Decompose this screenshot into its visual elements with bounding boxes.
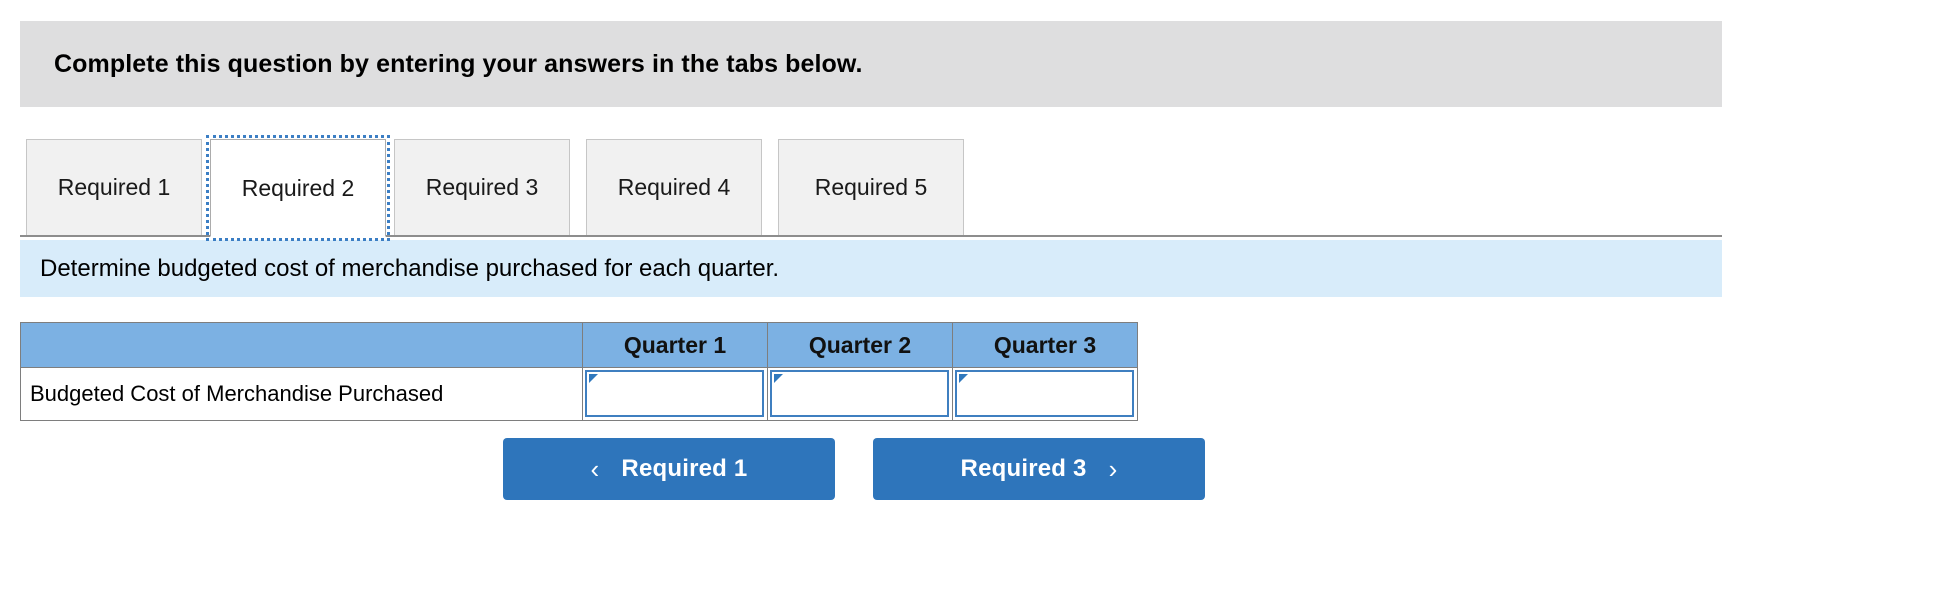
row-label-budgeted-cost: Budgeted Cost of Merchandise Purchased <box>20 367 583 421</box>
answer-input-quarter-3[interactable] <box>958 372 1131 414</box>
answer-cell-quarter-2[interactable] <box>767 367 953 421</box>
cell-marker-triangle-icon <box>774 374 783 392</box>
tab-required-4[interactable]: Required 4 <box>586 139 762 235</box>
tab-label: Required 2 <box>241 174 355 201</box>
answer-input-quarter-2[interactable] <box>773 372 946 414</box>
tab-label: Required 1 <box>57 174 171 200</box>
question-banner: Complete this question by entering your … <box>20 21 1722 107</box>
answer-cell-quarter-1[interactable] <box>582 367 768 421</box>
next-required-label: Required 3 <box>960 455 1087 482</box>
tab-label: Required 4 <box>617 174 731 200</box>
column-header-quarter-1: Quarter 1 <box>582 322 768 368</box>
navigation-buttons: ‹ Required 1 Required 3 › <box>0 438 1950 500</box>
previous-required-button[interactable]: ‹ Required 1 <box>503 438 835 500</box>
table-row: Budgeted Cost of Merchandise Purchased <box>20 367 1138 421</box>
tab-label: Required 5 <box>814 174 928 200</box>
requirement-tabs: Required 1 Required 2 Required 3 Require… <box>0 132 1722 241</box>
answer-input-quarter-1[interactable] <box>588 372 761 414</box>
column-header-blank <box>20 322 583 368</box>
column-header-quarter-3: Quarter 3 <box>952 322 1138 368</box>
question-banner-text: Complete this question by entering your … <box>54 50 863 78</box>
answer-cell-quarter-3[interactable] <box>952 367 1138 421</box>
cell-marker-triangle-icon <box>589 374 598 392</box>
previous-required-label: Required 1 <box>621 455 748 482</box>
answer-table-body: Budgeted Cost of Merchandise Purchased <box>20 367 1138 421</box>
tab-required-3[interactable]: Required 3 <box>394 139 570 235</box>
next-required-button[interactable]: Required 3 › <box>873 438 1205 500</box>
column-header-quarter-2: Quarter 2 <box>767 322 953 368</box>
cell-marker-triangle-icon <box>959 374 968 392</box>
tab-required-2[interactable]: Required 2 <box>206 135 390 241</box>
table-header-row: Quarter 1 Quarter 2 Quarter 3 <box>20 322 1138 368</box>
tab-label: Required 3 <box>425 174 539 200</box>
instruction-text: Determine budgeted cost of merchandise p… <box>40 254 780 282</box>
answer-table-head: Quarter 1 Quarter 2 Quarter 3 <box>20 322 1138 368</box>
answer-table: Quarter 1 Quarter 2 Quarter 3 Budgeted C… <box>20 322 1138 421</box>
chevron-right-icon: › <box>1108 454 1118 484</box>
chevron-left-icon: ‹ <box>590 454 600 484</box>
tab-required-5[interactable]: Required 5 <box>778 139 964 235</box>
instruction-bar: Determine budgeted cost of merchandise p… <box>20 240 1722 297</box>
tab-required-1[interactable]: Required 1 <box>26 139 202 235</box>
